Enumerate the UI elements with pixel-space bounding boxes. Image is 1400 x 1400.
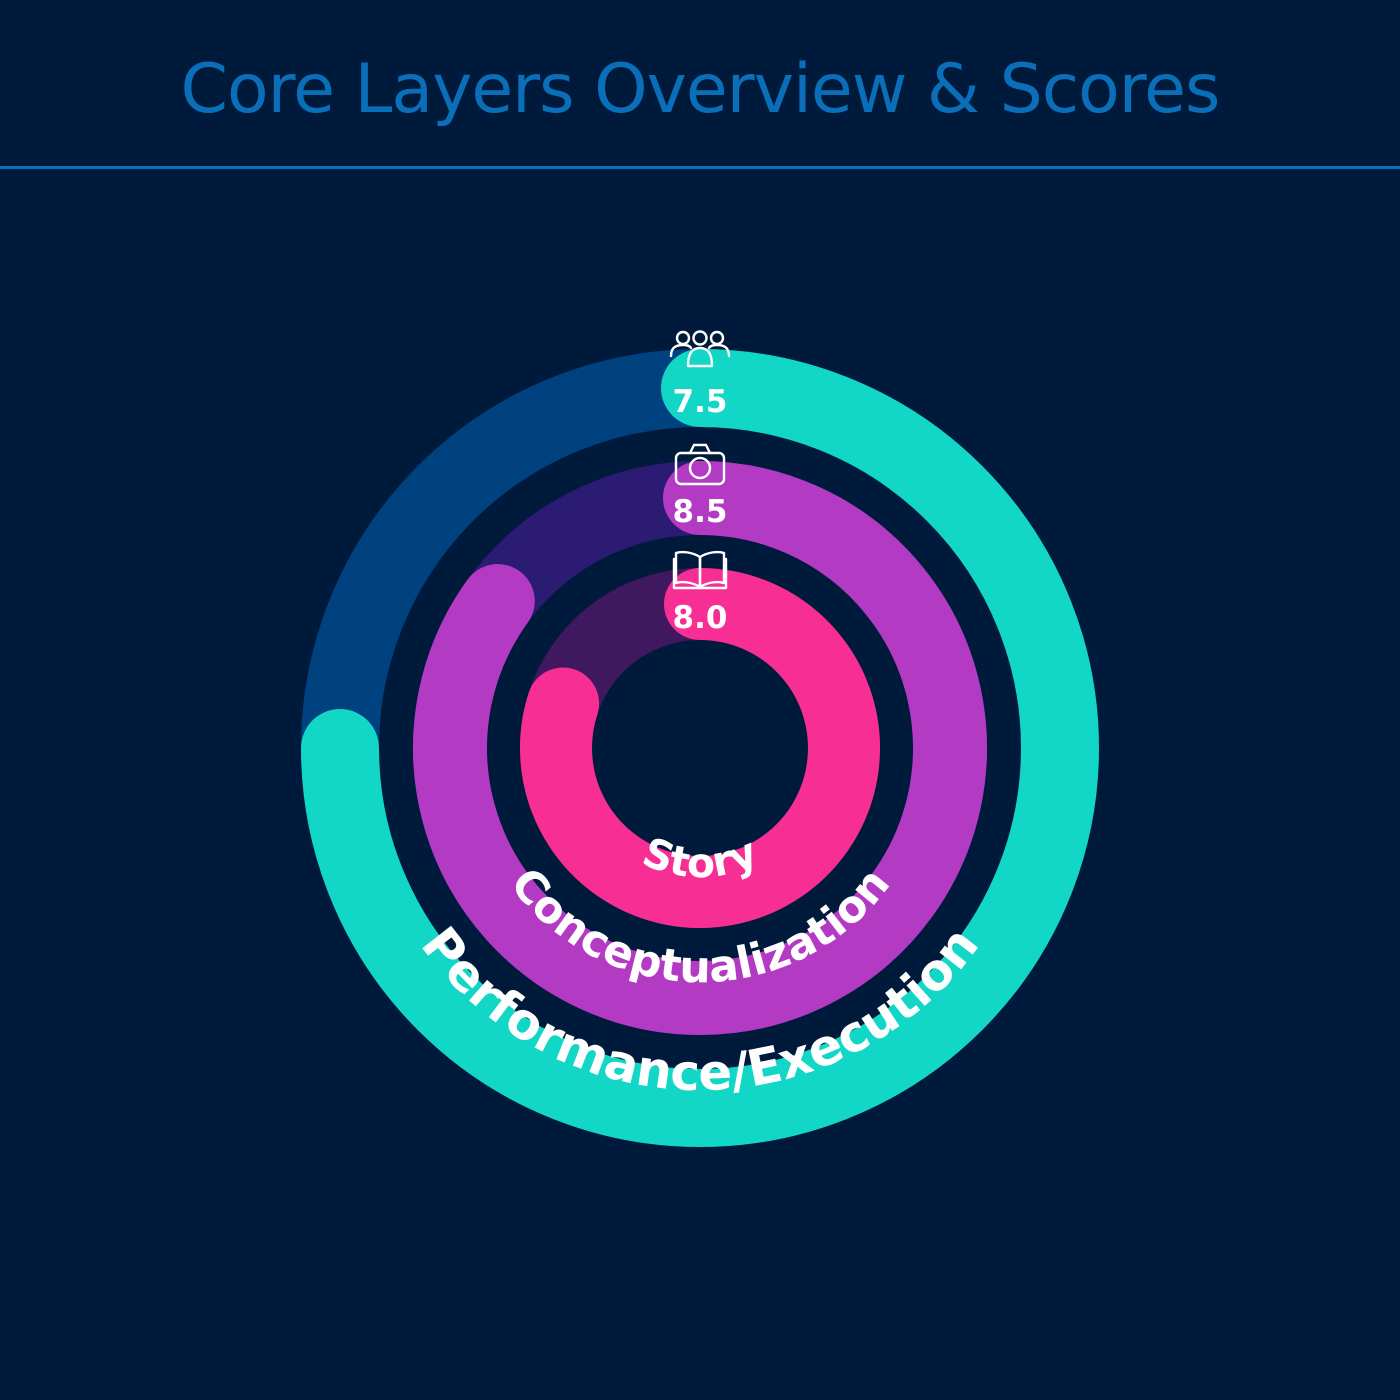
ring-score-story: 8.0 [673,600,728,636]
ring-label-story: Story [636,828,763,887]
ring-score-performance-execution: 7.5 [673,384,728,420]
ring-score-conceptualization: 8.5 [673,494,728,530]
radial-score-chart: Performance/ExecutionConceptualizationSt… [301,330,1099,1147]
